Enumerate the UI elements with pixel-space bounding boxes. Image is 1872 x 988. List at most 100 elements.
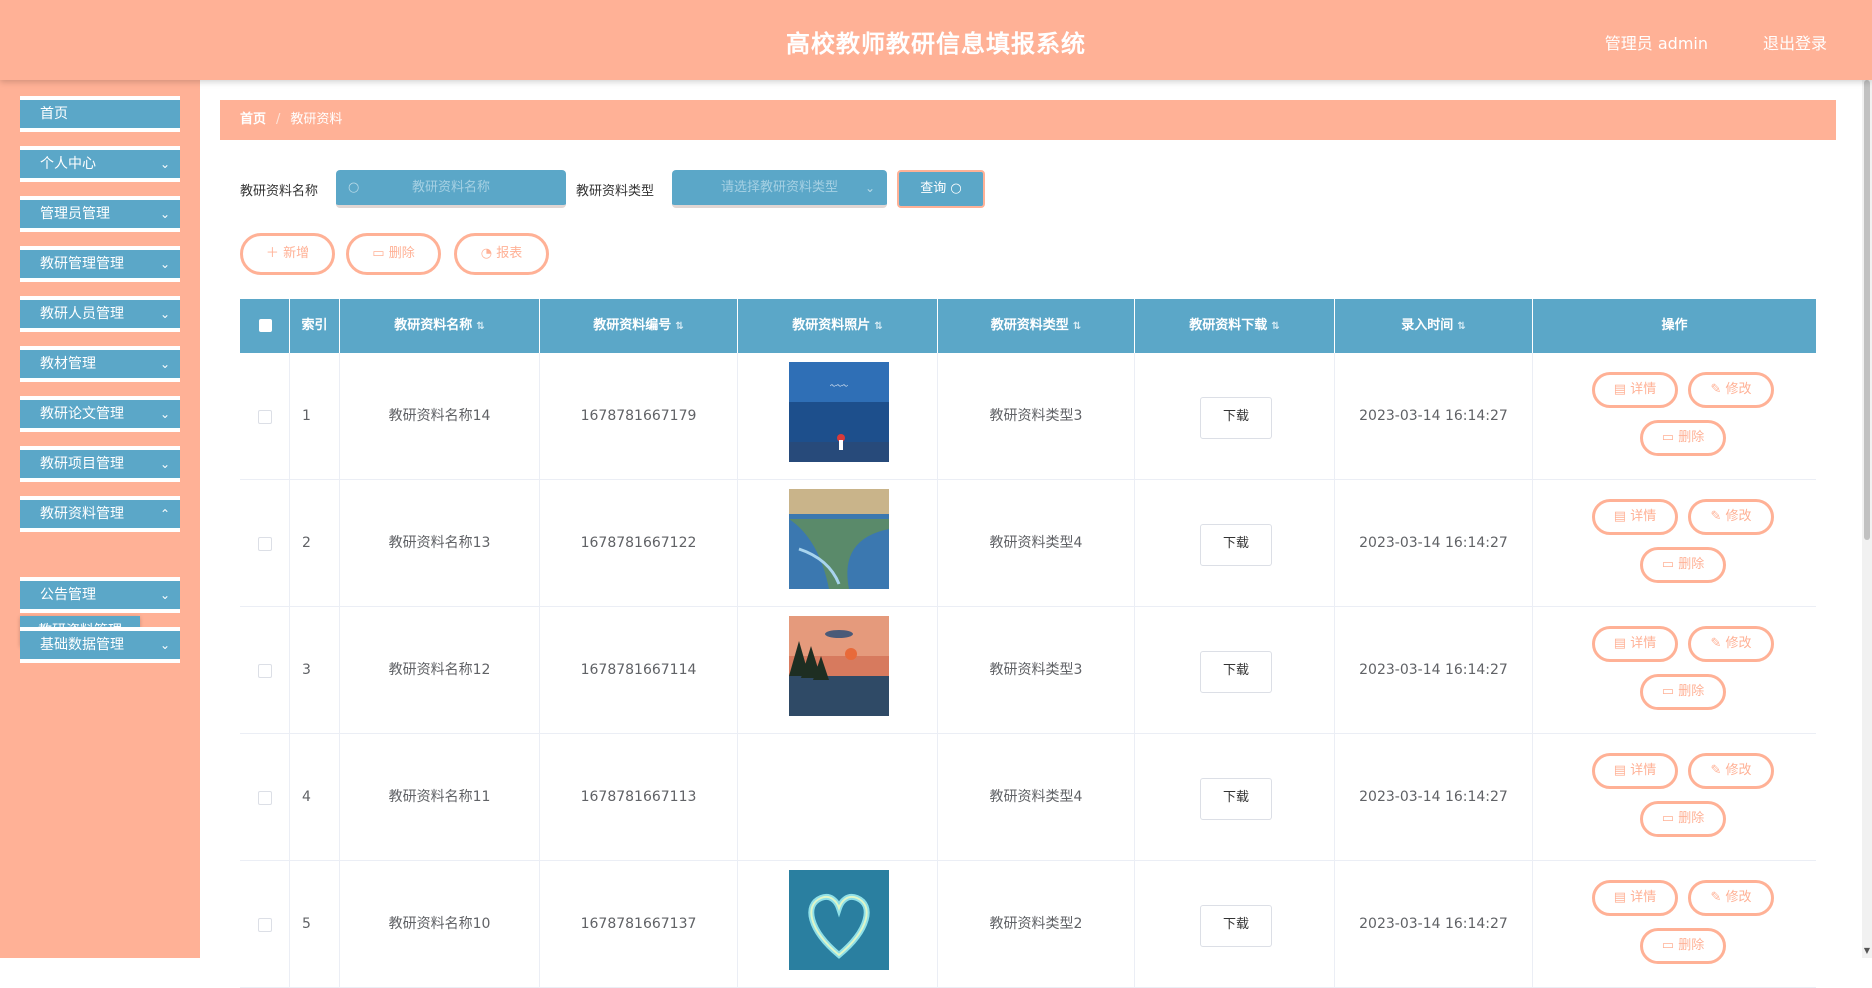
photo-thumbnail[interactable] xyxy=(789,870,889,970)
delete-button[interactable]: ▭ 删除 xyxy=(1640,674,1726,710)
sort-icon[interactable]: ⇅ xyxy=(1457,321,1465,332)
sidebar-item-label: 管理员管理 xyxy=(40,206,110,222)
row-actions: ▤ 详情 ✎ 修改 ▭ 删除 xyxy=(1533,353,1816,480)
photo-thumbnail[interactable] xyxy=(789,489,889,589)
sort-icon[interactable]: ⇅ xyxy=(874,321,882,332)
download-button[interactable]: 下载 xyxy=(1200,651,1272,693)
photo-thumbnail[interactable] xyxy=(789,616,889,716)
scrollbar-thumb[interactable] xyxy=(1864,80,1870,540)
sidebar-item-textbook[interactable]: 教材管理 ⌄ xyxy=(20,346,180,382)
row-time: 2023-03-14 16:14:27 xyxy=(1335,861,1533,988)
sidebar-item-personal-center[interactable]: 个人中心 ⌄ xyxy=(20,146,180,182)
row-checkbox[interactable] xyxy=(258,664,272,678)
trash-icon: ▭ xyxy=(372,246,385,261)
header-select-cell xyxy=(240,299,290,353)
breadcrumb: 首页 / 教研资料 xyxy=(220,100,1836,140)
row-select-cell xyxy=(240,734,290,861)
sidebar-item-papers[interactable]: 教研论文管理 ⌄ xyxy=(20,396,180,432)
sidebar-item-basic-data[interactable]: 基础数据管理 ⌄ xyxy=(20,627,180,663)
row-download-cell: 下载 xyxy=(1135,734,1335,861)
header-time[interactable]: 录入时间 ⇅ xyxy=(1335,299,1533,353)
search-name-placeholder: 教研资料名称 xyxy=(411,180,490,195)
header-photo[interactable]: 教研资料照片 ⇅ xyxy=(738,299,938,353)
breadcrumb-home[interactable]: 首页 xyxy=(240,112,266,127)
header-code-label: 教研资料编号 xyxy=(593,318,672,333)
row-checkbox[interactable] xyxy=(258,410,272,424)
row-download-cell: 下载 xyxy=(1135,861,1335,988)
row-name: 教研资料名称11 xyxy=(340,734,540,861)
sort-icon[interactable]: ⇅ xyxy=(1271,321,1279,332)
table-row: 5 教研资料名称10 1678781667137 教研资料类型2 下载 2023… xyxy=(240,861,1816,988)
app-header: 高校教师教研信息填报系统 管理员 admin 退出登录 xyxy=(0,0,1872,80)
detail-button-label: 详情 xyxy=(1630,763,1657,778)
report-button[interactable]: ◔ 报表 xyxy=(454,233,549,275)
detail-button[interactable]: ▤ 详情 xyxy=(1592,499,1678,535)
row-index: 4 xyxy=(290,734,340,861)
search-icon: ○ xyxy=(950,181,962,196)
search-name-input[interactable]: ○ 教研资料名称 xyxy=(336,170,566,208)
current-user-label: 管理员 admin xyxy=(1604,34,1708,53)
select-all-checkbox[interactable] xyxy=(259,319,272,332)
row-actions: ▤ 详情 ✎ 修改 ▭ 删除 xyxy=(1533,734,1816,861)
header-download[interactable]: 教研资料下载 ⇅ xyxy=(1135,299,1335,353)
scroll-down-icon[interactable]: ▼ xyxy=(1862,946,1872,958)
row-checkbox[interactable] xyxy=(258,537,272,551)
header-type[interactable]: 教研资料类型 ⇅ xyxy=(938,299,1135,353)
detail-button-label: 详情 xyxy=(1630,509,1657,524)
row-time: 2023-03-14 16:14:27 xyxy=(1335,734,1533,861)
sort-icon[interactable]: ⇅ xyxy=(1073,321,1081,332)
detail-button[interactable]: ▤ 详情 xyxy=(1592,753,1678,789)
header-code[interactable]: 教研资料编号 ⇅ xyxy=(540,299,738,353)
sidebar-item-label: 教研项目管理 xyxy=(40,456,124,472)
edit-button[interactable]: ✎ 修改 xyxy=(1688,372,1774,408)
sidebar-item-label: 教研人员管理 xyxy=(40,306,124,322)
trash-icon: ▭ xyxy=(1661,811,1675,826)
edit-button[interactable]: ✎ 修改 xyxy=(1688,499,1774,535)
chevron-up-icon: ⌃ xyxy=(159,507,170,521)
download-button[interactable]: 下载 xyxy=(1200,905,1272,947)
sidebar-item-notices[interactable]: 公告管理 ⌄ xyxy=(20,577,180,613)
download-button[interactable]: 下载 xyxy=(1200,524,1272,566)
sidebar-item-research-staff[interactable]: 教研人员管理 ⌄ xyxy=(20,296,180,332)
table-header: 索引 教研资料名称 ⇅ 教研资料编号 ⇅ 教研资料照片 ⇅ 教研资料类型 ⇅ 教研资料下… xyxy=(240,299,1816,353)
delete-button[interactable]: ▭ 删除 xyxy=(1640,547,1726,583)
table-row: 2 教研资料名称13 1678781667122 教研资料类型4 下载 2023… xyxy=(240,480,1816,607)
photo-thumbnail[interactable]: ～～～ xyxy=(789,362,889,462)
header-name[interactable]: 教研资料名称 ⇅ xyxy=(340,299,540,353)
sidebar-item-projects[interactable]: 教研项目管理 ⌄ xyxy=(20,446,180,482)
logout-link[interactable]: 退出登录 xyxy=(1763,30,1827,54)
sidebar-item-admin[interactable]: 管理员管理 ⌄ xyxy=(20,196,180,232)
detail-button[interactable]: ▤ 详情 xyxy=(1592,880,1678,916)
edit-button[interactable]: ✎ 修改 xyxy=(1688,626,1774,662)
sort-icon[interactable]: ⇅ xyxy=(476,321,484,332)
sort-icon[interactable]: ⇅ xyxy=(675,321,683,332)
search-type-select[interactable]: 请选择教研资料类型 ⌄ xyxy=(672,170,887,208)
page-scrollbar[interactable]: ▼ xyxy=(1862,80,1872,958)
delete-button[interactable]: ▭ 删除 xyxy=(1640,928,1726,964)
sidebar-item-materials[interactable]: 教研资料管理 ⌃ xyxy=(20,496,180,532)
batch-delete-button[interactable]: ▭ 删除 xyxy=(346,233,441,275)
row-index: 2 xyxy=(290,480,340,607)
sidebar-item-label: 教研论文管理 xyxy=(40,406,124,422)
row-select-cell xyxy=(240,607,290,734)
detail-button[interactable]: ▤ 详情 xyxy=(1592,372,1678,408)
trash-icon: ▭ xyxy=(1661,430,1675,445)
query-button[interactable]: 查询 ○ xyxy=(897,170,985,208)
row-checkbox[interactable] xyxy=(258,791,272,805)
delete-button[interactable]: ▭ 删除 xyxy=(1640,420,1726,456)
detail-button[interactable]: ▤ 详情 xyxy=(1592,626,1678,662)
header-actions-label: 操作 xyxy=(1661,318,1688,333)
header-name-label: 教研资料名称 xyxy=(394,318,473,333)
download-button[interactable]: 下载 xyxy=(1200,397,1272,439)
delete-button[interactable]: ▭ 删除 xyxy=(1640,801,1726,837)
add-button[interactable]: ＋ 新增 xyxy=(240,233,335,275)
edit-button[interactable]: ✎ 修改 xyxy=(1688,753,1774,789)
header-time-label: 录入时间 xyxy=(1401,318,1454,333)
sidebar-item-home[interactable]: 首页 xyxy=(20,96,180,132)
row-checkbox[interactable] xyxy=(258,918,272,932)
edit-button[interactable]: ✎ 修改 xyxy=(1688,880,1774,916)
table-row: 1 教研资料名称14 1678781667179 ～～～ 教研资料类型3 下载 … xyxy=(240,353,1816,480)
download-button[interactable]: 下载 xyxy=(1200,778,1272,820)
sidebar-item-research-mgmt[interactable]: 教研管理管理 ⌄ xyxy=(20,246,180,282)
query-button-label: 查询 xyxy=(920,181,947,196)
